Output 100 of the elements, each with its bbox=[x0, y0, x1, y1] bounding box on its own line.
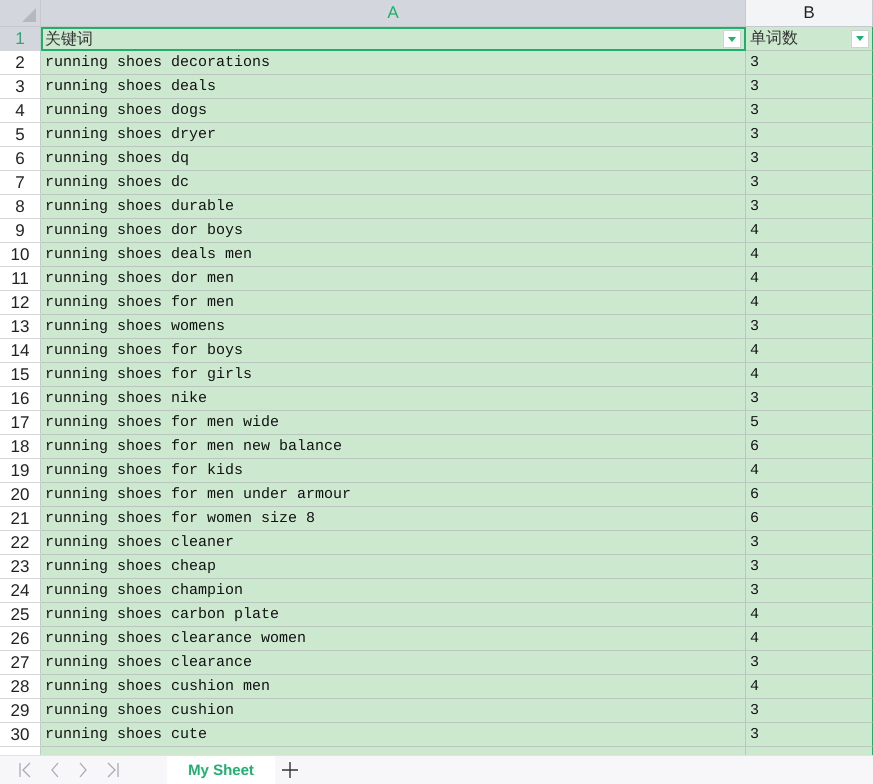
table-cell: running shoes for women size 8 bbox=[41, 507, 746, 531]
row-header[interactable]: 26 bbox=[0, 627, 41, 651]
table-cell: 3 bbox=[746, 99, 873, 123]
filter-button[interactable] bbox=[851, 30, 869, 48]
row-header[interactable]: 23 bbox=[0, 555, 41, 579]
table-cell: running shoes nike bbox=[41, 387, 746, 411]
table-cell: running shoes cute bbox=[41, 723, 746, 747]
table-cell: running shoes dor boys bbox=[41, 219, 746, 243]
table-cell: running shoes cushion bbox=[41, 699, 746, 723]
table-cell: 6 bbox=[746, 507, 873, 531]
table-cell: 4 bbox=[746, 243, 873, 267]
table-cell: running shoes clearance bbox=[41, 651, 746, 675]
table-cell: running shoes dor men bbox=[41, 267, 746, 291]
table-cell: running shoes cheap bbox=[41, 555, 746, 579]
row-header[interactable]: 12 bbox=[0, 291, 41, 315]
cell-text: 关键词 bbox=[45, 28, 93, 50]
row-header[interactable]: 25 bbox=[0, 603, 41, 627]
row-header[interactable]: 29 bbox=[0, 699, 41, 723]
table-cell: 4 bbox=[746, 603, 873, 627]
row-header[interactable]: 24 bbox=[0, 579, 41, 603]
table-cell: running shoes womens bbox=[41, 315, 746, 339]
table-cell: running shoes for kids bbox=[41, 459, 746, 483]
row-header[interactable]: 28 bbox=[0, 675, 41, 699]
table-cell: 3 bbox=[746, 75, 873, 99]
table-cell: 5 bbox=[746, 411, 873, 435]
table-cell: running shoes durable bbox=[41, 195, 746, 219]
table-cell: 6 bbox=[746, 483, 873, 507]
last-sheet-icon[interactable] bbox=[106, 762, 120, 778]
table-cell: running shoes deals men bbox=[41, 243, 746, 267]
table-cell: running shoes cleaner bbox=[41, 531, 746, 555]
cell-text: 单词数 bbox=[750, 28, 798, 49]
row-header[interactable]: 5 bbox=[0, 123, 41, 147]
table-cell: 4 bbox=[746, 219, 873, 243]
row-header[interactable]: 15 bbox=[0, 363, 41, 387]
row-header[interactable]: 17 bbox=[0, 411, 41, 435]
table-cell: 3 bbox=[746, 651, 873, 675]
table-cell: running shoes for men under armour bbox=[41, 483, 746, 507]
select-all-icon[interactable] bbox=[22, 8, 36, 22]
table-cell: running shoes dogs bbox=[41, 99, 746, 123]
row-header[interactable]: 14 bbox=[0, 339, 41, 363]
row-header[interactable]: 18 bbox=[0, 435, 41, 459]
table-cell: 4 bbox=[746, 627, 873, 651]
table-cell: 4 bbox=[746, 459, 873, 483]
table-cell: running shoes for men wide bbox=[41, 411, 746, 435]
row-header[interactable]: 22 bbox=[0, 531, 41, 555]
table-cell: 3 bbox=[746, 555, 873, 579]
row-header[interactable]: 8 bbox=[0, 195, 41, 219]
table-cell: running shoes dc bbox=[41, 171, 746, 195]
table-cell: 3 bbox=[746, 123, 873, 147]
table-cell: running shoes decorations bbox=[41, 51, 746, 75]
table-cell: 3 bbox=[746, 171, 873, 195]
table-cell: 4 bbox=[746, 267, 873, 291]
table-cell: 6 bbox=[746, 435, 873, 459]
row-header[interactable]: 13 bbox=[0, 315, 41, 339]
row-header[interactable]: 21 bbox=[0, 507, 41, 531]
next-sheet-icon[interactable] bbox=[78, 762, 88, 778]
table-cell: 4 bbox=[746, 363, 873, 387]
row-header[interactable]: 6 bbox=[0, 147, 41, 171]
add-icon[interactable] bbox=[282, 762, 298, 778]
table-cell: 3 bbox=[746, 387, 873, 411]
table-cell: 3 bbox=[746, 723, 873, 747]
table-cell: 3 bbox=[746, 147, 873, 171]
table-cell: running shoes dryer bbox=[41, 123, 746, 147]
row-header[interactable]: 7 bbox=[0, 171, 41, 195]
table-cell: running shoes carbon plate bbox=[41, 603, 746, 627]
row-header[interactable]: 3 bbox=[0, 75, 41, 99]
row-header[interactable]: 9 bbox=[0, 219, 41, 243]
caret-icon bbox=[856, 36, 864, 41]
table-cell: running shoes cushion men bbox=[41, 675, 746, 699]
row-header[interactable]: 10 bbox=[0, 243, 41, 267]
table-cell: 3 bbox=[746, 699, 873, 723]
first-sheet-icon[interactable] bbox=[18, 762, 32, 778]
table-cell: running shoes dq bbox=[41, 147, 746, 171]
row-header[interactable]: 4 bbox=[0, 99, 41, 123]
table-cell: running shoes for boys bbox=[41, 339, 746, 363]
table-cell: running shoes for men new balance bbox=[41, 435, 746, 459]
table-cell: running shoes for men bbox=[41, 291, 746, 315]
table-cell: 3 bbox=[746, 315, 873, 339]
previous-sheet-icon[interactable] bbox=[50, 762, 60, 778]
table-cell: 3 bbox=[746, 51, 873, 75]
column-header[interactable]: B bbox=[746, 0, 873, 27]
table-cell: running shoes clearance women bbox=[41, 627, 746, 651]
caret-icon bbox=[728, 36, 736, 42]
table-cell: 3 bbox=[746, 195, 873, 219]
row-header[interactable]: 30 bbox=[0, 723, 41, 747]
table-cell: running shoes deals bbox=[41, 75, 746, 99]
table-cell: 3 bbox=[746, 579, 873, 603]
row-header[interactable]: 16 bbox=[0, 387, 41, 411]
row-header[interactable]: 2 bbox=[0, 51, 41, 75]
table-cell: running shoes for girls bbox=[41, 363, 746, 387]
row-header[interactable]: 11 bbox=[0, 267, 41, 291]
table-cell: 4 bbox=[746, 675, 873, 699]
row-header[interactable]: 27 bbox=[0, 651, 41, 675]
table-cell: running shoes champion bbox=[41, 579, 746, 603]
row-header[interactable]: 20 bbox=[0, 483, 41, 507]
table-cell: 3 bbox=[746, 531, 873, 555]
table-cell: 4 bbox=[746, 291, 873, 315]
filter-button[interactable] bbox=[723, 30, 741, 48]
table-cell: 4 bbox=[746, 339, 873, 363]
row-header[interactable]: 19 bbox=[0, 459, 41, 483]
